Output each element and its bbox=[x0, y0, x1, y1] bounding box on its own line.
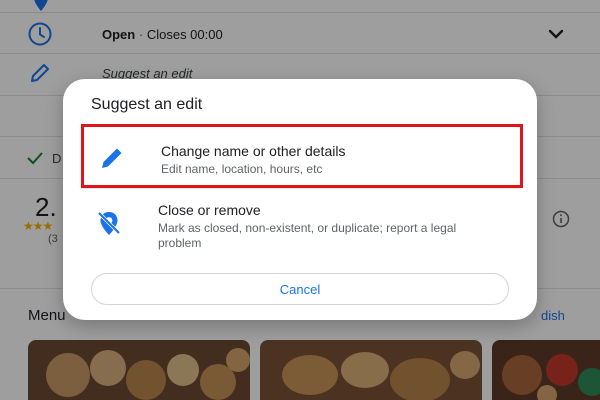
option-title: Change name or other details bbox=[161, 143, 346, 159]
close-or-remove-option[interactable]: Close or remove Mark as closed, non-exis… bbox=[81, 197, 523, 261]
option-divider bbox=[81, 188, 519, 189]
option-subtitle: Edit name, location, hours, etc bbox=[161, 162, 323, 176]
pencil-icon bbox=[98, 144, 126, 172]
location-off-icon bbox=[95, 209, 123, 237]
dialog-title: Suggest an edit bbox=[91, 96, 203, 113]
change-details-option[interactable]: Change name or other details Edit name, … bbox=[81, 124, 523, 188]
cancel-button[interactable]: Cancel bbox=[91, 273, 509, 305]
option-title: Close or remove bbox=[158, 202, 261, 218]
option-subtitle: Mark as closed, non-existent, or duplica… bbox=[158, 221, 457, 250]
suggest-edit-dialog: Suggest an edit Change name or other det… bbox=[63, 79, 537, 320]
